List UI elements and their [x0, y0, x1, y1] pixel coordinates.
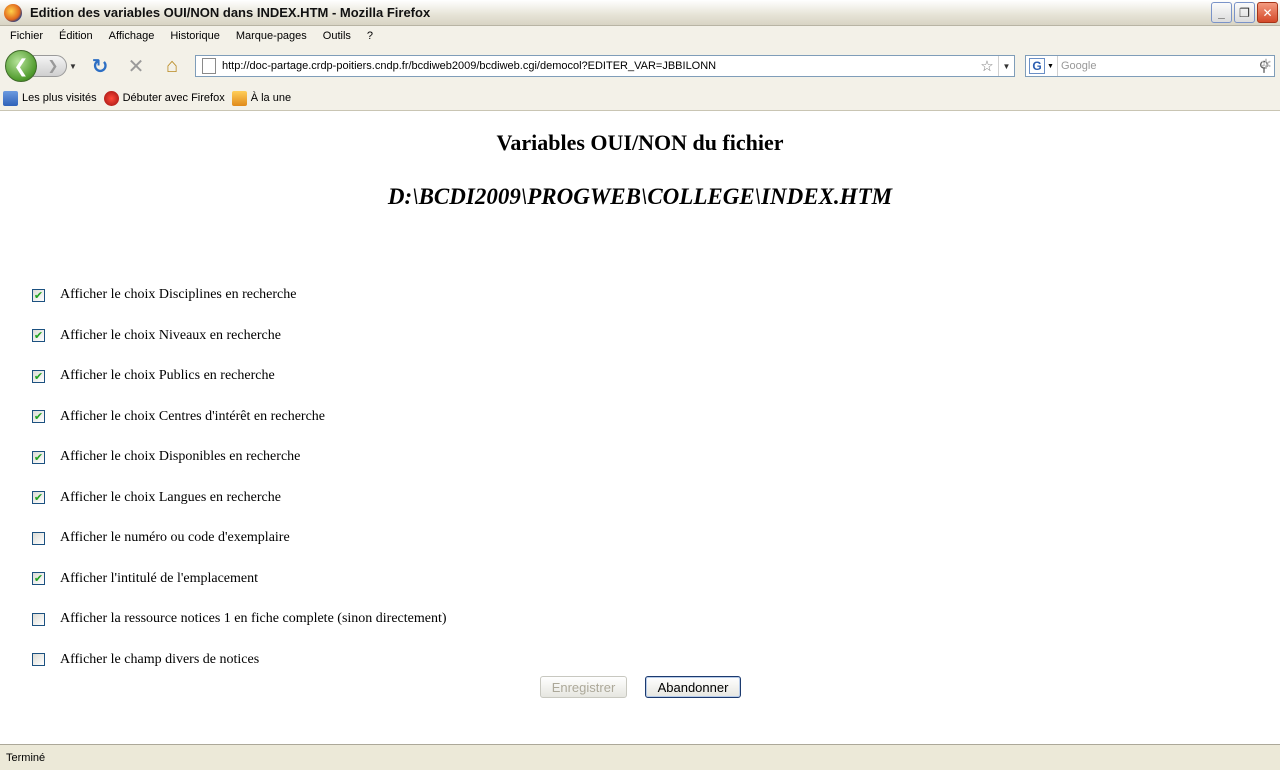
menu-edition[interactable]: Édition — [51, 30, 101, 42]
menu-outils[interactable]: Outils — [315, 30, 359, 42]
reload-icon[interactable]: ↻ — [85, 51, 115, 81]
back-forward-group: ❮ ❯ ▼ — [5, 50, 79, 82]
bookmark-label: À la une — [250, 92, 292, 104]
checkmark-icon: ✔ — [33, 288, 44, 302]
checkmark-icon: ✔ — [33, 450, 44, 464]
form-buttons: Enregistrer Abandonner — [540, 676, 741, 698]
home-icon[interactable]: ⌂ — [157, 51, 187, 81]
checkmark-icon: ✔ — [33, 329, 44, 343]
menu-bar: Fichier Édition Affichage Historique Mar… — [0, 26, 1280, 46]
google-icon: G — [1029, 58, 1046, 74]
page-content: Variables OUI/NON du fichier D:\BCDI2009… — [0, 111, 1280, 744]
option-row: ✔ Afficher le choix Disponibles en reche… — [32, 437, 447, 478]
engine-dropdown-icon: ▼ — [1047, 62, 1054, 70]
maximize-button[interactable]: ❐ — [1234, 2, 1255, 23]
option-label: Afficher le choix Langues en recherche — [60, 489, 281, 505]
forward-arrow-icon[interactable]: ❯ — [33, 55, 67, 77]
checkmark-icon: ✔ — [33, 369, 44, 383]
window-title: Edition des variables OUI/NON dans INDEX… — [30, 5, 431, 20]
option-row: ✔ Afficher le choix Niveaux en recherche — [32, 316, 447, 357]
bookmark-label: Les plus visités — [22, 92, 97, 104]
option-row: ✔ Afficher l'intitulé de l'emplacement — [32, 559, 447, 600]
option-checkbox[interactable]: ✔ — [32, 329, 45, 343]
option-label: Afficher le choix Publics en recherche — [60, 368, 275, 384]
option-checkbox[interactable] — [32, 612, 45, 626]
option-row: Afficher la ressource notices 1 en fiche… — [32, 599, 447, 640]
address-bar[interactable]: http://doc-partage.crdp-poitiers.cndp.fr… — [195, 55, 1015, 77]
menu-help[interactable]: ? — [359, 30, 381, 42]
save-button[interactable]: Enregistrer — [540, 676, 627, 698]
option-label: Afficher le choix Disponibles en recherc… — [60, 449, 301, 465]
history-dropdown-icon[interactable]: ▼ — [69, 62, 77, 71]
minimize-button[interactable]: _ — [1211, 2, 1232, 23]
option-label: Afficher la ressource notices 1 en fiche… — [60, 611, 447, 627]
page-icon — [202, 58, 216, 74]
status-bar: Terminé — [0, 744, 1280, 770]
option-label: Afficher l'intitulé de l'emplacement — [60, 570, 258, 586]
bookmark-label: Débuter avec Firefox — [122, 92, 225, 104]
file-path-heading: D:\BCDI2009\PROGWEB\COLLEGE\INDEX.HTM — [387, 184, 893, 209]
option-row: ✔ Afficher le choix Centres d'intérêt en… — [32, 397, 447, 438]
options-list: ✔ Afficher le choix Disciplines en reche… — [32, 275, 447, 680]
menu-affichage[interactable]: Affichage — [101, 30, 163, 42]
status-text: Terminé — [6, 751, 46, 764]
option-row: Afficher le champ divers de notices — [32, 640, 447, 681]
option-checkbox[interactable]: ✔ — [32, 410, 45, 424]
bookmarks-toolbar: Les plus visités Débuter avec Firefox À … — [0, 86, 1280, 111]
cancel-button[interactable]: Abandonner — [645, 676, 741, 698]
back-arrow-icon[interactable]: ❮ — [5, 50, 37, 82]
option-row: ✔ Afficher le choix Langues en recherche — [32, 478, 447, 519]
option-label: Afficher le champ divers de notices — [60, 651, 260, 667]
search-input[interactable] — [1058, 60, 1254, 72]
option-checkbox[interactable]: ✔ — [32, 369, 45, 383]
option-label: Afficher le choix Centres d'intérêt en r… — [60, 408, 326, 424]
option-label: Afficher le choix Niveaux en recherche — [60, 327, 281, 343]
option-label: Afficher le choix Disciplines en recherc… — [60, 287, 297, 303]
rss-icon — [231, 90, 247, 106]
menu-marque-pages[interactable]: Marque-pages — [228, 30, 315, 42]
throbber-icon: ✲ — [1260, 56, 1272, 72]
search-engine-selector[interactable]: G ▼ — [1026, 56, 1058, 76]
option-checkbox[interactable] — [32, 531, 45, 545]
window-controls: _ ❐ ✕ — [1211, 2, 1278, 23]
option-row: ✔ Afficher le choix Disciplines en reche… — [32, 275, 447, 316]
page-title: Variables OUI/NON du fichier — [496, 130, 784, 155]
navigation-toolbar: ❮ ❯ ▼ ↻ ✕ ⌂ http://doc-partage.crdp-poit… — [0, 46, 1280, 86]
checkmark-icon: ✔ — [33, 572, 44, 586]
search-bar: G ▼ ⚲ — [1025, 55, 1275, 77]
option-checkbox[interactable]: ✔ — [32, 450, 45, 464]
window-titlebar: Edition des variables OUI/NON dans INDEX… — [0, 0, 1280, 26]
menu-historique[interactable]: Historique — [162, 30, 228, 42]
bookmark-headlines[interactable]: À la une — [231, 90, 292, 106]
most-visited-icon — [3, 90, 18, 106]
option-label: Afficher le numéro ou code d'exemplaire — [60, 530, 290, 546]
option-checkbox[interactable]: ✔ — [32, 572, 45, 586]
option-checkbox[interactable]: ✔ — [32, 288, 45, 302]
url-text[interactable]: http://doc-partage.crdp-poitiers.cndp.fr… — [222, 60, 976, 72]
bookmark-getting-started[interactable]: Débuter avec Firefox — [103, 90, 225, 106]
menu-fichier[interactable]: Fichier — [2, 30, 51, 42]
bookmark-most-visited[interactable]: Les plus visités — [3, 90, 97, 106]
firefox-icon — [103, 90, 119, 106]
option-checkbox[interactable] — [32, 653, 45, 667]
url-dropdown-icon[interactable]: ▼ — [998, 56, 1014, 76]
checkmark-icon: ✔ — [33, 410, 44, 424]
stop-icon[interactable]: ✕ — [121, 51, 151, 81]
firefox-app-icon — [4, 3, 22, 22]
option-row: ✔ Afficher le choix Publics en recherche — [32, 356, 447, 397]
close-button[interactable]: ✕ — [1257, 2, 1278, 23]
checkmark-icon: ✔ — [33, 491, 44, 505]
option-row: Afficher le numéro ou code d'exemplaire — [32, 518, 447, 559]
bookmark-star-icon[interactable]: ☆ — [976, 57, 998, 75]
option-checkbox[interactable]: ✔ — [32, 491, 45, 505]
